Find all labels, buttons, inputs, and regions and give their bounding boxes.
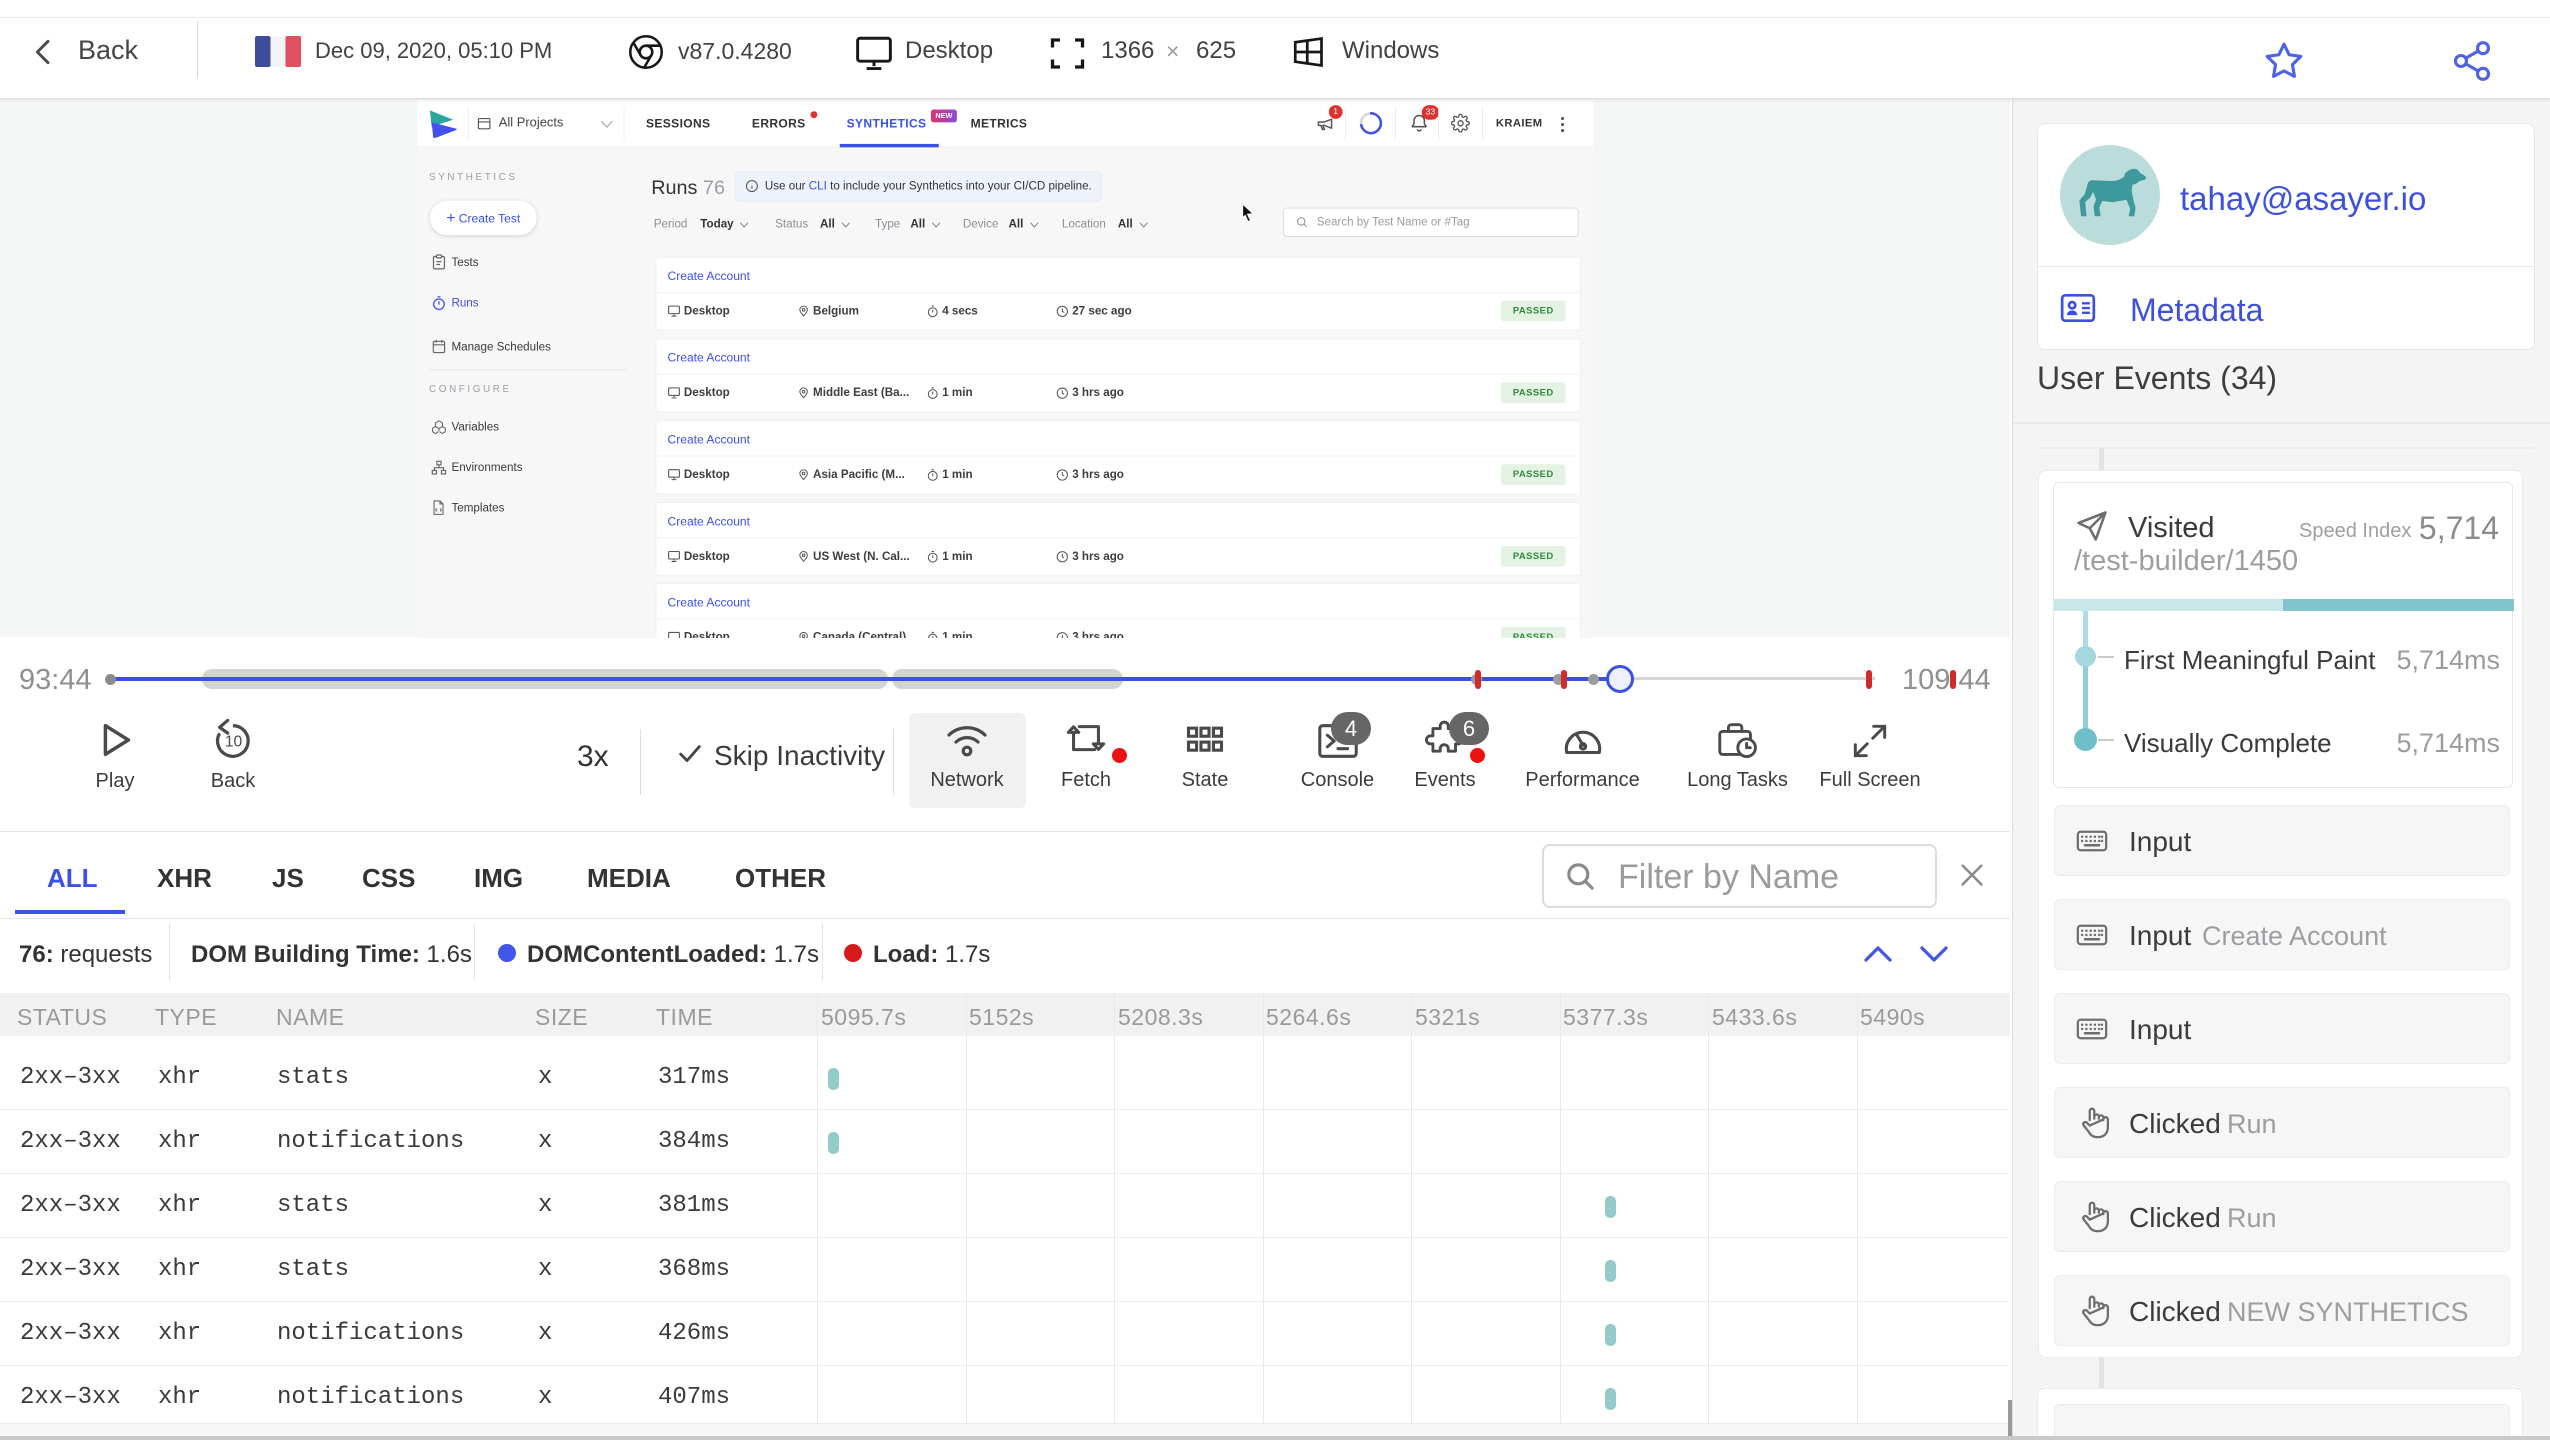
svg-text:10: 10 (225, 734, 243, 751)
